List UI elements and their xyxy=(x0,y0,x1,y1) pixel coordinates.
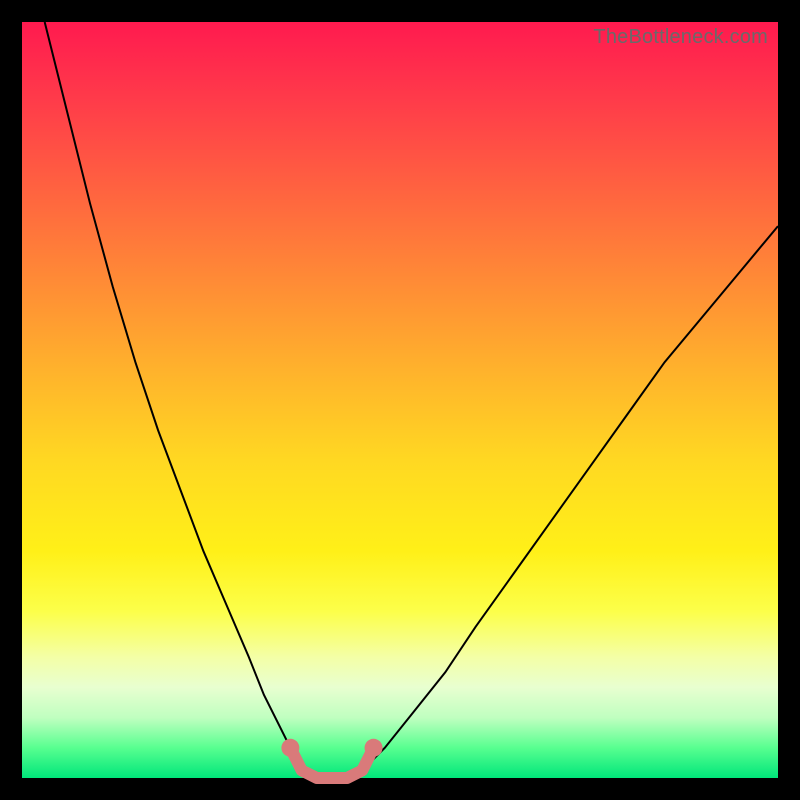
right-curve xyxy=(362,226,778,770)
right-dot xyxy=(365,739,383,757)
bottom-segment xyxy=(290,748,373,778)
left-dot xyxy=(281,739,299,757)
curves-svg xyxy=(22,22,778,778)
left-curve xyxy=(45,22,302,770)
plot-area: TheBottleneck.com xyxy=(22,22,778,778)
chart-frame: TheBottleneck.com xyxy=(0,0,800,800)
